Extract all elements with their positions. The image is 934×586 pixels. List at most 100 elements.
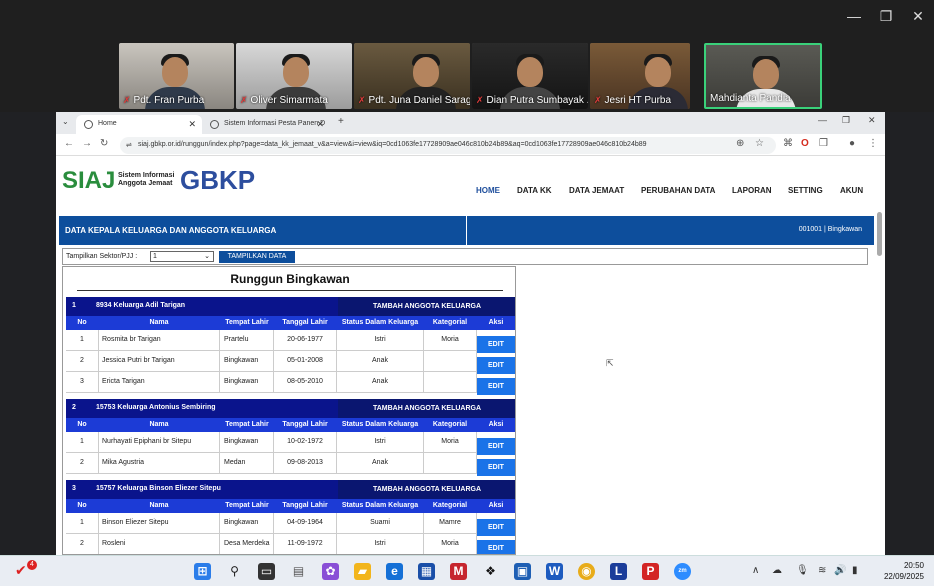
remote-desktop-icon[interactable]: ▣ <box>514 563 531 580</box>
new-tab-icon[interactable]: + <box>338 116 344 127</box>
scrollbar-thumb[interactable] <box>877 212 882 256</box>
onedrive-icon[interactable]: ☁ <box>772 565 782 576</box>
cell-divider <box>219 351 220 372</box>
cell-status: Istri <box>374 540 386 547</box>
cell-divider <box>336 330 337 351</box>
tab-sistem-informasi[interactable]: Sistem Informasi Pesta Panen D ✕ <box>202 115 330 134</box>
tab-close-icon[interactable]: ✕ <box>316 119 324 130</box>
column-header: Kategorial <box>432 421 468 428</box>
add-member-button[interactable]: TAMBAH ANGGOTA KELUARGA <box>338 297 515 316</box>
edit-button[interactable]: EDIT <box>477 459 515 476</box>
app-l-icon[interactable]: L <box>610 563 627 580</box>
cell-tanggal: 09-08-2013 <box>287 459 323 466</box>
restore-icon[interactable]: ❐ <box>842 115 850 126</box>
page-scrollbar[interactable] <box>877 212 882 555</box>
task-view-icon[interactable]: ▭ <box>258 563 275 580</box>
edge-icon[interactable]: e <box>386 563 403 580</box>
participant-tile[interactable]: ✗ Oliver Simarmata <box>236 43 352 109</box>
forward-icon[interactable]: → <box>82 138 92 149</box>
table-row: 1 Rosmita br Tarigan Prartelu 20-06-1977 Ist… <box>66 330 515 353</box>
minimize-icon[interactable]: — <box>842 8 866 24</box>
opera-icon[interactable]: O <box>801 138 809 149</box>
chrome-icon[interactable]: ◉ <box>578 563 595 580</box>
add-member-button[interactable]: TAMBAH ANGGOTA KELUARGA <box>338 399 515 418</box>
menu-data-jemaat[interactable]: DATA JEMAAT <box>569 186 624 195</box>
reload-icon[interactable]: ↻ <box>100 138 108 149</box>
cell-nama: Binson Eliezer Sitepu <box>102 519 169 526</box>
family-name: 15753 Keluarga Antonius Sembiring <box>96 404 216 411</box>
zoom-icon[interactable]: ⊕ <box>736 138 744 149</box>
cell-tanggal: 10-02-1972 <box>287 438 323 445</box>
cell-kategorial: Moria <box>441 438 459 445</box>
cell-kategorial: Moria <box>441 540 459 547</box>
tab-close-icon[interactable]: ✕ <box>188 119 196 130</box>
cell-divider <box>336 432 337 453</box>
cell-divider <box>219 513 220 534</box>
cell-divider <box>336 372 337 393</box>
edit-button[interactable]: EDIT <box>477 378 515 395</box>
cell-divider <box>423 351 424 372</box>
dropbox-icon[interactable]: ❖ <box>482 563 499 580</box>
show-data-button[interactable]: TAMPILKAN DATA <box>219 251 295 263</box>
menu-akun[interactable]: AKUN <box>840 186 863 195</box>
extension-icon[interactable]: ⌘ <box>783 138 793 149</box>
back-icon[interactable]: ← <box>64 138 74 149</box>
volume-icon[interactable]: 🔊 <box>834 565 846 576</box>
cell-tempat: Bingkawan <box>224 378 259 385</box>
title-underline <box>77 290 503 291</box>
participant-tile-active-speaker[interactable]: Mahdianta Pandia <box>704 43 822 109</box>
cell-status: Suami <box>370 519 390 526</box>
mcafee-icon[interactable]: M <box>450 563 467 580</box>
tab-home[interactable]: Home ✕ <box>76 115 202 134</box>
menu-kebab-icon[interactable]: ⋮ <box>868 138 878 149</box>
copilot-icon[interactable]: ✿ <box>322 563 339 580</box>
close-icon[interactable]: ✕ <box>906 8 930 25</box>
cell-no: 3 <box>80 378 84 385</box>
system-clock[interactable]: 20:50 22/09/2025 <box>884 560 924 582</box>
profile-avatar-icon[interactable]: ● <box>849 138 855 149</box>
menu-home[interactable]: HOME <box>476 186 500 195</box>
word-icon[interactable]: W <box>546 563 563 580</box>
close-icon[interactable]: ✕ <box>868 115 876 126</box>
wifi-icon[interactable]: ≋ <box>818 565 826 576</box>
start-icon[interactable]: ⊞ <box>194 563 211 580</box>
file-explorer-icon[interactable]: ▰ <box>354 563 371 580</box>
participant-tile[interactable]: ✗ Jesri HT Purba <box>590 43 690 109</box>
tray-chevron-up-icon[interactable]: ∧ <box>752 565 759 576</box>
battery-icon[interactable]: ▮ <box>852 565 858 576</box>
minimize-icon[interactable]: — <box>818 115 827 125</box>
tab-label: Home <box>98 120 117 127</box>
url-input[interactable]: ⇌ siaj.gbkp.or.id/runggun/index.php?page… <box>120 137 776 154</box>
bookmark-star-icon[interactable]: ☆ <box>755 138 764 149</box>
pdf-icon[interactable]: P <box>642 563 659 580</box>
edit-button[interactable]: EDIT <box>477 540 515 554</box>
zoom-app-icon[interactable]: zm <box>674 563 691 580</box>
search-icon[interactable]: ⚲ <box>226 563 243 580</box>
column-header: Nama <box>149 421 169 428</box>
tab-label: Sistem Informasi Pesta Panen D <box>224 120 326 127</box>
cell-no: 2 <box>80 357 84 364</box>
meeting-titlebar: — ❐ ✕ <box>0 0 934 38</box>
participant-tile[interactable]: ✗ Pdt. Fran Purba <box>119 43 234 109</box>
menu-data-kk[interactable]: DATA KK <box>517 186 552 195</box>
logo-siaj[interactable]: SIAJ <box>62 167 115 195</box>
notification-app[interactable]: ✔ 4 <box>15 560 37 580</box>
cell-kategorial: Mamre <box>439 519 461 526</box>
menu-perubahan-data[interactable]: PERUBAHAN DATA <box>641 186 715 195</box>
extensions-puzzle-icon[interactable]: ❒ <box>819 138 828 149</box>
participant-name: Oliver Simarmata <box>250 95 328 106</box>
tab-search-icon[interactable]: ⌄ <box>62 117 69 126</box>
column-header: Tempat Lahir <box>225 502 269 509</box>
menu-setting[interactable]: SETTING <box>788 186 823 195</box>
store-icon[interactable]: ▦ <box>418 563 435 580</box>
sektor-select[interactable]: 1 ⌄ <box>150 251 214 262</box>
logo-sub-line: Anggota Jemaat <box>118 180 173 187</box>
participant-tile[interactable]: ✗ Dian Putra Sumbayak ... <box>472 43 588 109</box>
widgets-icon[interactable]: ▤ <box>290 563 307 580</box>
add-member-button[interactable]: TAMBAH ANGGOTA KELUARGA <box>338 480 515 499</box>
restore-icon[interactable]: ❐ <box>874 8 898 25</box>
site-info-icon[interactable]: ⇌ <box>126 141 132 149</box>
microphone-icon[interactable]: 🎙 <box>796 565 809 576</box>
participant-tile[interactable]: ✗ Pdt. Juna Daniel Saragih <box>354 43 470 109</box>
menu-laporan[interactable]: LAPORAN <box>732 186 772 195</box>
